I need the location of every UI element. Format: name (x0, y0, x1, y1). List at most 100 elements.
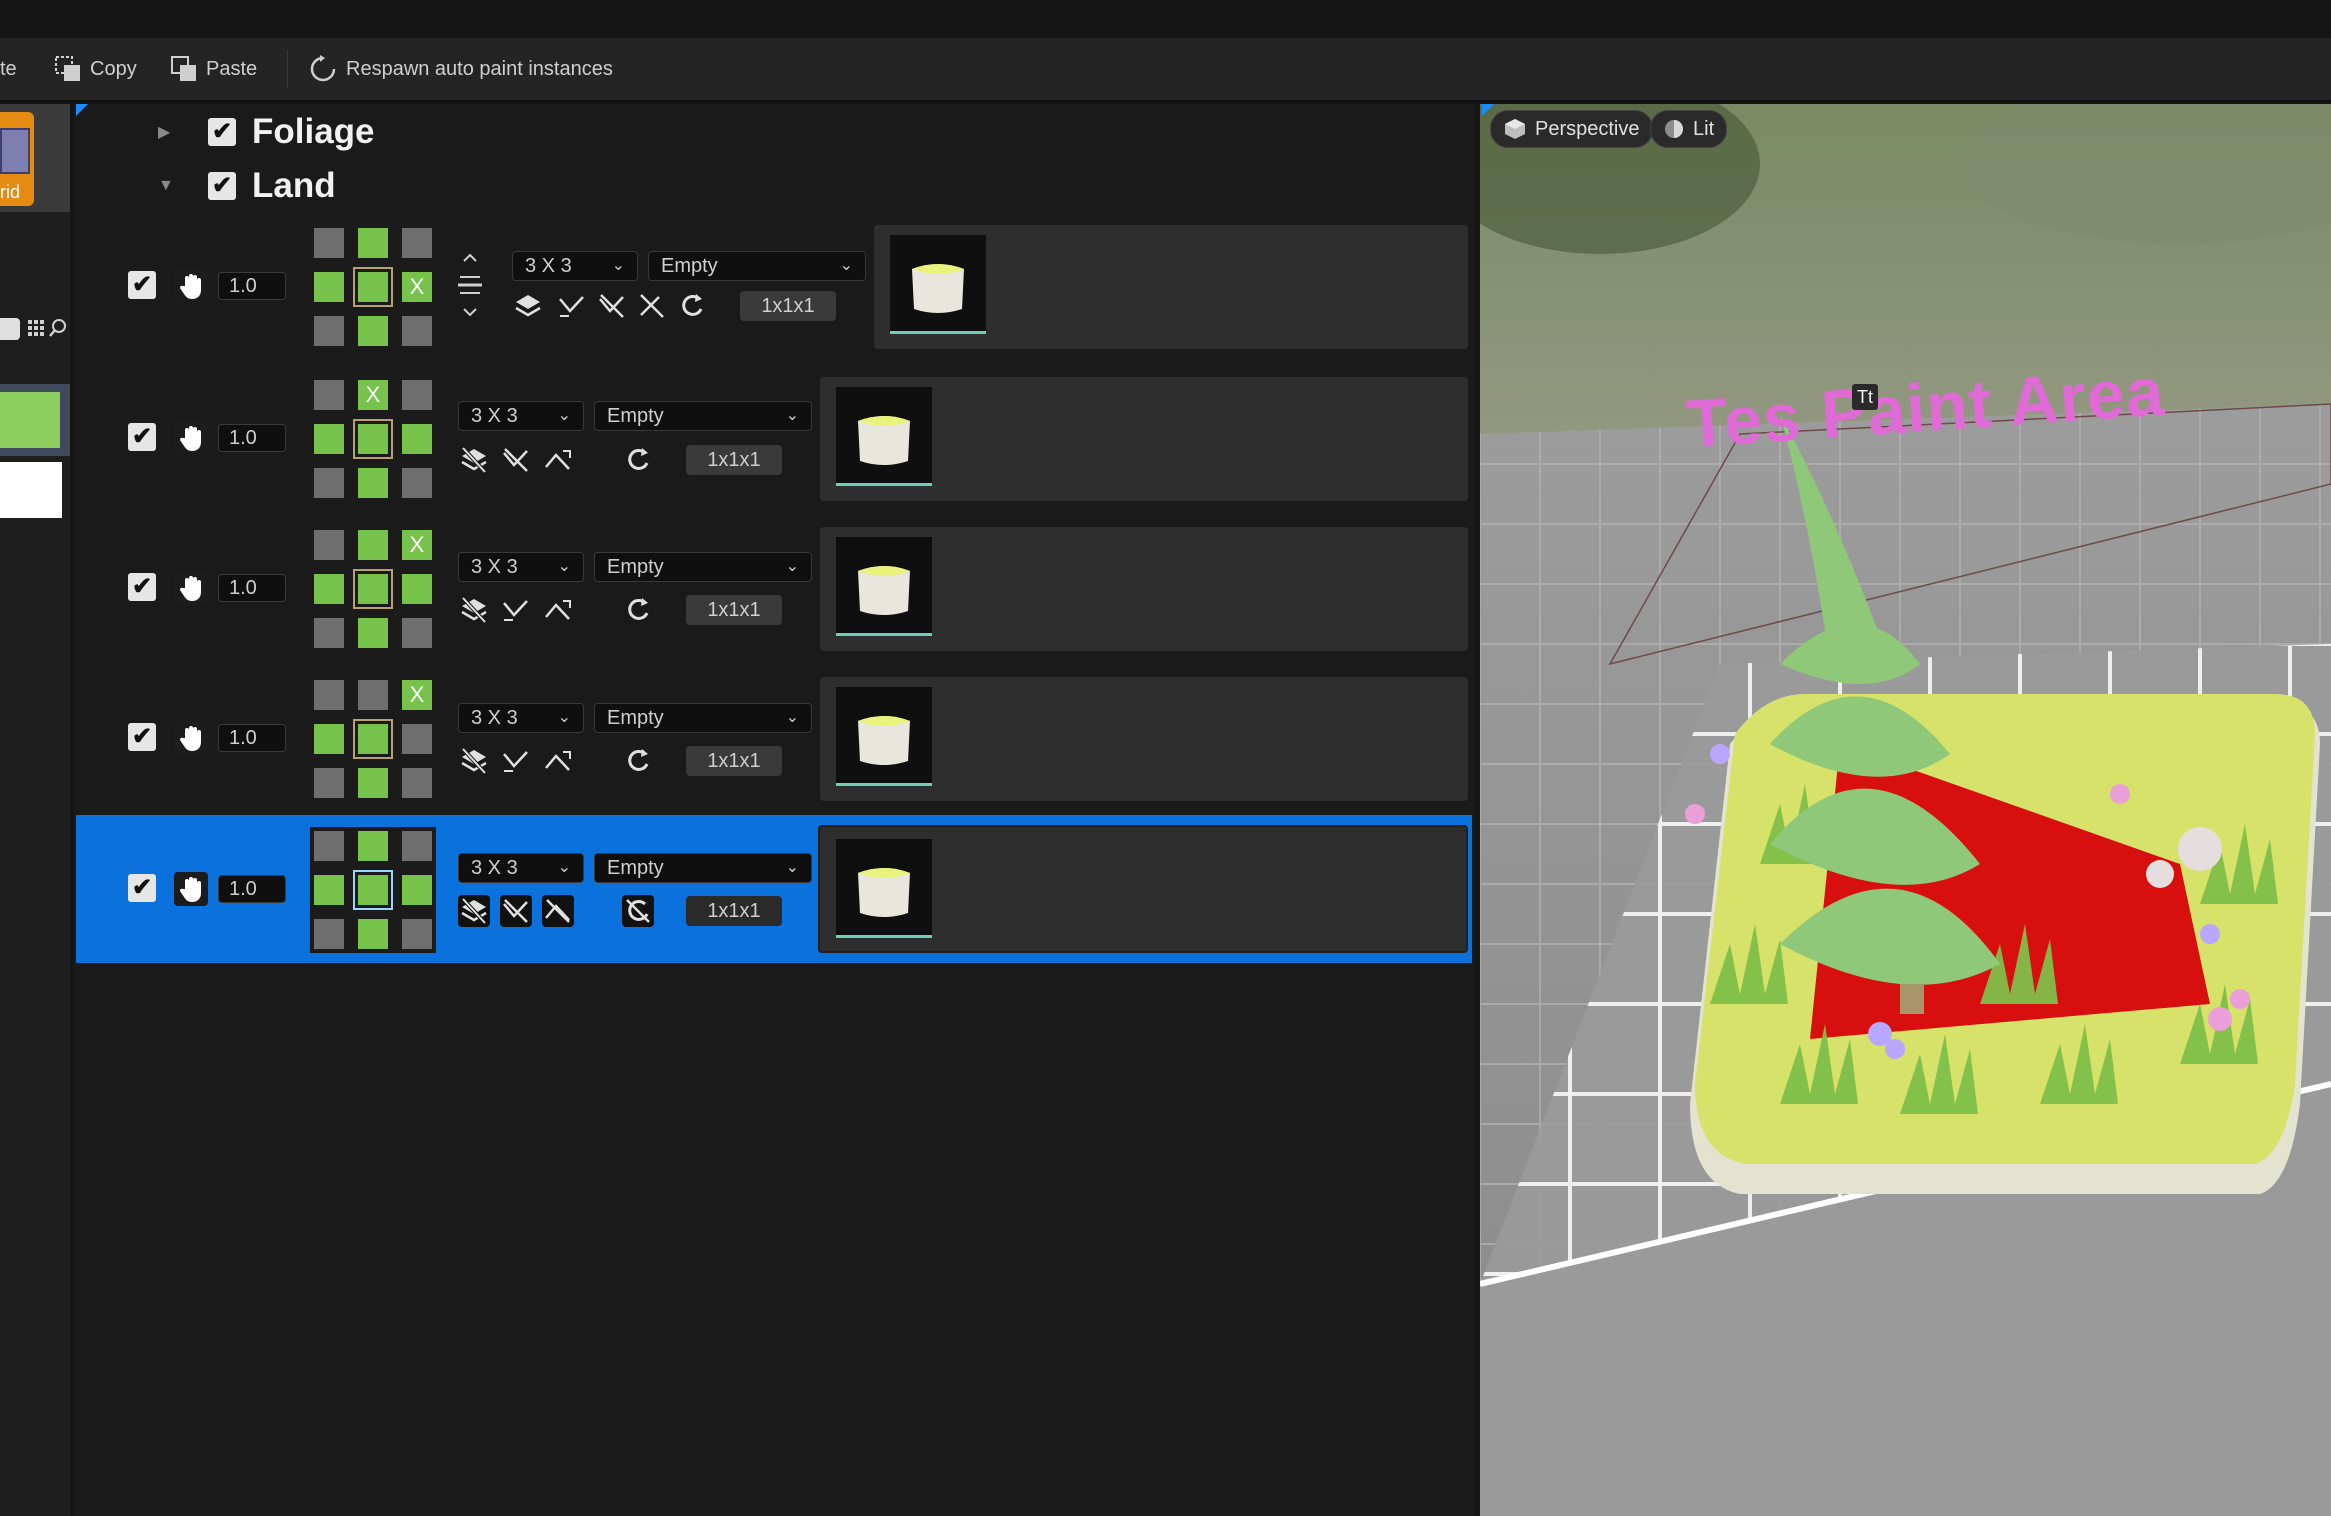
neighbor-cell[interactable] (402, 380, 432, 410)
neighbor-center-cell[interactable] (358, 424, 388, 454)
size-field[interactable]: 1x1x1 (686, 445, 782, 475)
pattern-dropdown[interactable]: 3 X 3 ⌄ (458, 552, 584, 582)
category-foliage-checkbox[interactable]: ✔ (208, 118, 236, 146)
left-strip-field[interactable] (0, 318, 20, 340)
mode-dropdown[interactable]: Empty ⌄ (594, 401, 812, 431)
asset-thumbnail[interactable] (836, 687, 932, 783)
neighbor-cell[interactable] (402, 468, 432, 498)
neighbor-cell[interactable] (402, 831, 432, 861)
copy-button[interactable]: Copy (54, 52, 137, 86)
white-swatch[interactable] (0, 462, 62, 518)
flip-x-icon[interactable] (556, 290, 588, 322)
layers-disabled-icon[interactable] (458, 745, 490, 777)
asset-slot[interactable] (818, 825, 1468, 953)
lit-mode-button[interactable]: Lit (1650, 110, 1728, 148)
size-field[interactable]: 1x1x1 (686, 595, 782, 625)
asset-thumbnail[interactable] (836, 839, 932, 935)
text-actor-icon[interactable]: Tt (1852, 384, 1878, 410)
flip-x-disabled-icon[interactable] (500, 895, 532, 927)
hand-icon[interactable] (174, 571, 208, 605)
rule-enabled-checkbox[interactable]: ✔ (128, 271, 156, 299)
neighbor-cell[interactable] (314, 380, 344, 410)
neighbor-cell[interactable] (314, 574, 344, 604)
mode-dropdown[interactable]: Empty ⌄ (648, 251, 866, 281)
asset-slot[interactable] (820, 377, 1468, 501)
rule-enabled-checkbox[interactable]: ✔ (128, 573, 156, 601)
rule-enabled-checkbox[interactable]: ✔ (128, 423, 156, 451)
neighbor-cell[interactable] (358, 228, 388, 258)
weight-field[interactable]: 1.0 (218, 272, 286, 300)
flip-x-icon[interactable] (500, 594, 532, 626)
flip-y-icon[interactable] (542, 594, 574, 626)
pattern-dropdown[interactable]: 3 X 3 ⌄ (458, 401, 584, 431)
flip-y-icon[interactable] (542, 444, 574, 476)
weight-field[interactable]: 1.0 (218, 424, 286, 452)
hand-icon[interactable] (174, 872, 208, 906)
paste-partial-button[interactable]: te (0, 52, 17, 86)
asset-slot[interactable] (874, 225, 1468, 349)
neighbor-cell[interactable] (314, 316, 344, 346)
neighbor-cell[interactable] (314, 724, 344, 754)
neighbor-cell[interactable] (314, 680, 344, 710)
neighbor-cell[interactable] (314, 831, 344, 861)
category-land-checkbox[interactable]: ✔ (208, 172, 236, 200)
asset-slot[interactable] (820, 527, 1468, 651)
size-field[interactable]: 1x1x1 (686, 896, 782, 926)
selected-swatch-row[interactable] (0, 384, 70, 456)
mode-dropdown[interactable]: Empty ⌄ (594, 703, 812, 733)
neighbor-cell[interactable] (314, 530, 344, 560)
neighbor-cell[interactable] (358, 530, 388, 560)
weight-field[interactable]: 1.0 (218, 724, 286, 752)
asset-slot[interactable] (820, 677, 1468, 801)
flip-y-disabled-icon[interactable] (596, 290, 628, 322)
rotate-icon[interactable] (622, 594, 654, 626)
rule-enabled-checkbox[interactable]: ✔ (128, 723, 156, 751)
neighbor-cell[interactable] (314, 618, 344, 648)
neighbor-cell[interactable] (358, 919, 388, 949)
neighbor-center-cell[interactable] (358, 724, 388, 754)
search-icon[interactable] (48, 318, 68, 338)
neighbor-cell[interactable] (358, 768, 388, 798)
neighbor-cell-excluded[interactable]: X (402, 530, 432, 560)
neighbor-cell[interactable] (402, 724, 432, 754)
neighbor-cell[interactable] (402, 316, 432, 346)
reorder-handle-icon[interactable] (454, 253, 486, 317)
respawn-button[interactable]: Respawn auto paint instances (308, 52, 613, 86)
chevron-down-icon[interactable]: ▼ (158, 177, 174, 195)
hand-icon[interactable] (174, 721, 208, 755)
neighbor-cell[interactable] (358, 618, 388, 648)
weight-field[interactable]: 1.0 (218, 875, 286, 903)
chevron-right-icon[interactable]: ▶ (158, 122, 170, 142)
flip-y-icon[interactable] (542, 745, 574, 777)
weight-field[interactable]: 1.0 (218, 574, 286, 602)
neighbor-cell[interactable] (314, 768, 344, 798)
rule-row-selected[interactable]: ✔ 1.0 3 X 3 ⌄ Empty ⌄ 1x1x1 (76, 815, 1472, 963)
neighbor-cell-excluded[interactable]: X (358, 380, 388, 410)
rule-row[interactable]: ✔ 1.0 X 3 X 3 ⌄ Empty ⌄ 1x1x1 (76, 214, 1472, 360)
flip-x-disabled-icon[interactable] (500, 444, 532, 476)
layers-icon[interactable] (512, 290, 544, 322)
rotate-icon[interactable] (622, 444, 654, 476)
rule-row[interactable]: ✔ 1.0 X 3 X 3 ⌄ Empty ⌄ 1x1x1 (76, 666, 1472, 812)
size-field[interactable]: 1x1x1 (740, 291, 836, 321)
neighbor-center-cell[interactable] (358, 574, 388, 604)
paste-button[interactable]: Paste (170, 52, 257, 86)
neighbor-cell[interactable] (402, 618, 432, 648)
neighbor-cell[interactable] (358, 316, 388, 346)
flip-x-icon[interactable] (500, 745, 532, 777)
layers-disabled-icon[interactable] (458, 895, 490, 927)
neighbor-cell[interactable] (358, 468, 388, 498)
neighbor-center-cell[interactable] (358, 875, 388, 905)
rule-enabled-checkbox[interactable]: ✔ (128, 874, 156, 902)
pattern-dropdown[interactable]: 3 X 3 ⌄ (458, 853, 584, 883)
category-land[interactable]: ▼ ✔ Land + (74, 162, 1538, 210)
asset-thumbnail[interactable] (836, 537, 932, 633)
neighbor-cell[interactable] (314, 468, 344, 498)
neighbor-cell[interactable] (402, 574, 432, 604)
neighbor-center-cell[interactable] (358, 272, 388, 302)
pattern-dropdown[interactable]: 3 X 3 ⌄ (512, 251, 638, 281)
flip-z-disabled-icon[interactable] (636, 290, 668, 322)
asset-thumbnail[interactable] (890, 235, 986, 331)
neighbor-cell[interactable] (402, 424, 432, 454)
rotate-icon[interactable] (622, 745, 654, 777)
